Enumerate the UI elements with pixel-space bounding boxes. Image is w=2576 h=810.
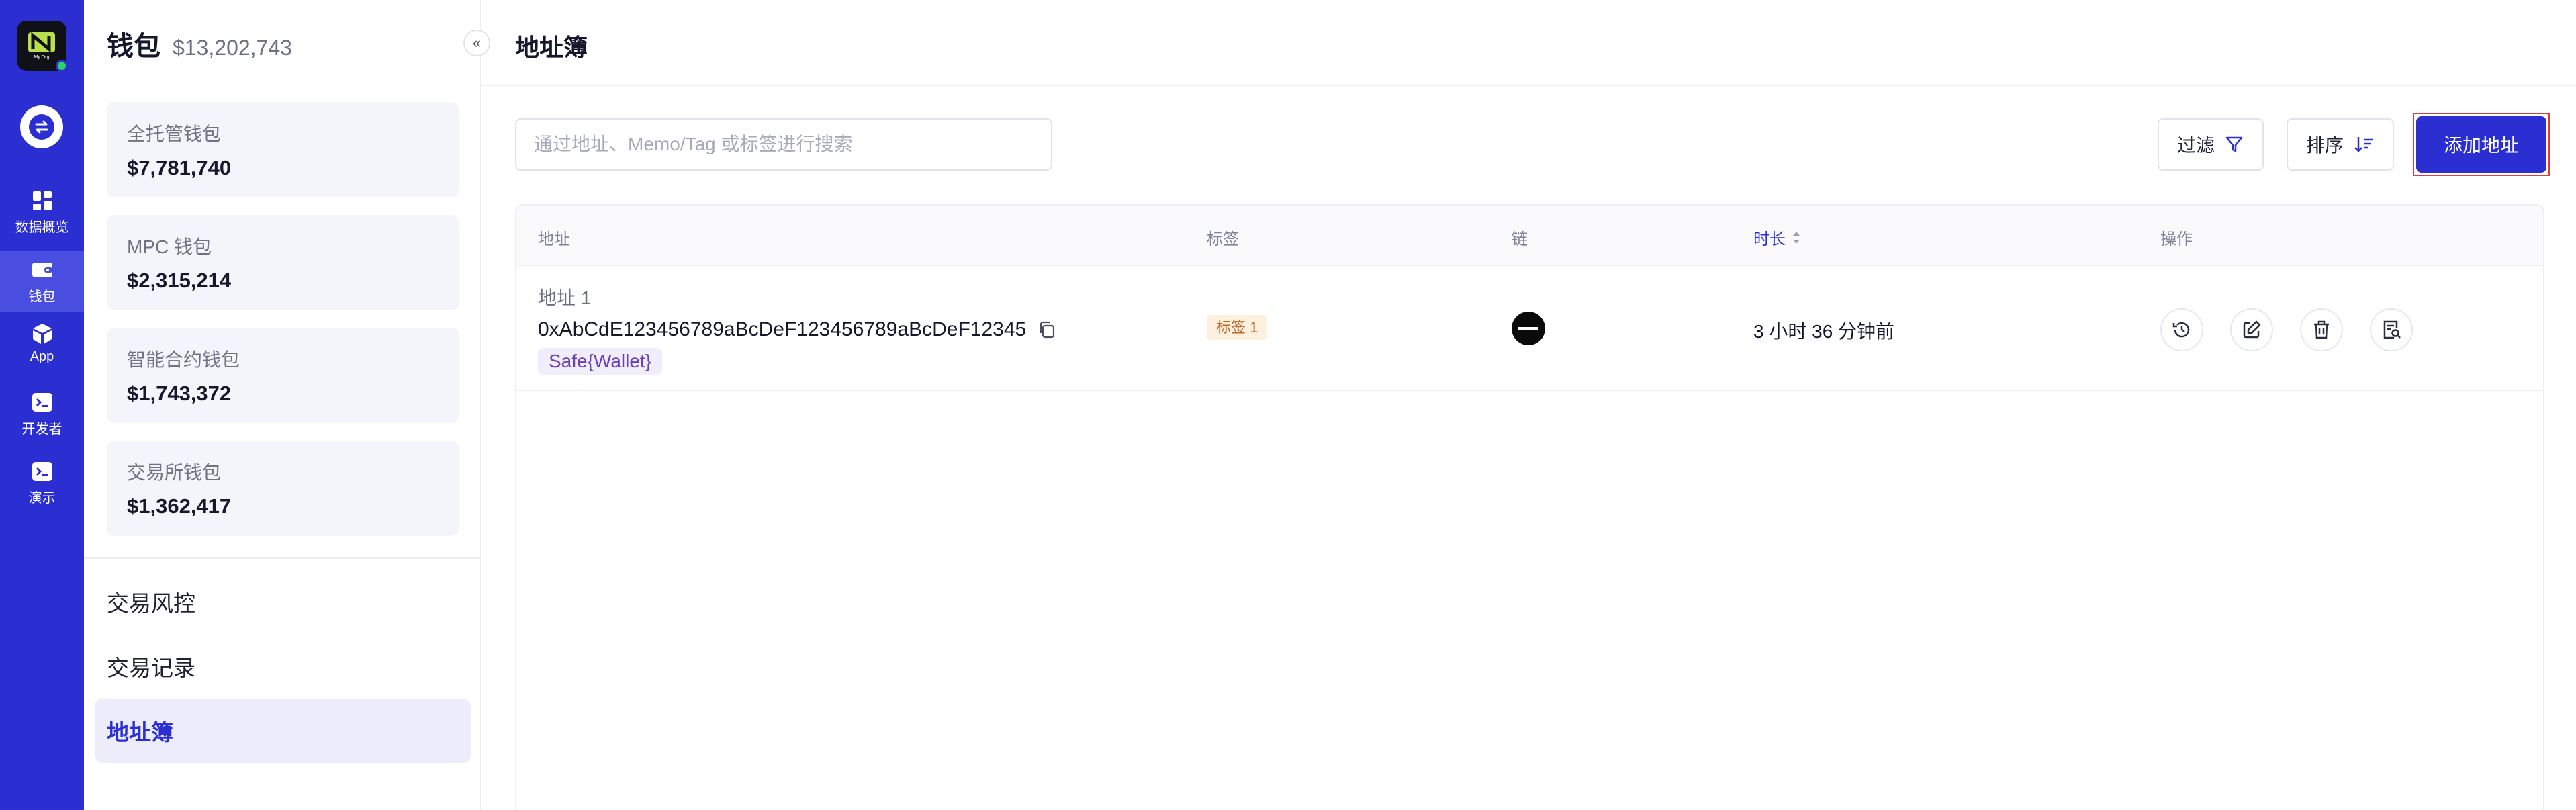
total-balance: $13,202,743 — [173, 36, 292, 60]
add-address-highlight: 添加地址 — [2413, 113, 2550, 176]
wallet-card-custodial[interactable]: 全托管钱包 $7,781,740 — [107, 102, 459, 197]
wallet-card-smart-contract[interactable]: 智能合约钱包 $1,743,372 — [107, 328, 459, 423]
main-content: 地址簿 过滤 排序 添加地址 地址 标签 链 时长 操作 — [481, 0, 2576, 810]
copy-icon[interactable] — [1037, 320, 1057, 340]
menu-item-risk-control[interactable]: 交易风控 — [95, 570, 471, 634]
nav-rail: My Org 数据概览 钱包 App 开发者 演示 — [0, 0, 84, 810]
label-cell: 标签 1 — [1207, 315, 1268, 340]
table-header: 地址 标签 链 时长 操作 — [516, 206, 2543, 266]
filter-label: 过滤 — [2176, 135, 2215, 156]
panel-header: 钱包 $13,202,743 — [107, 24, 292, 63]
nav-item-wallet[interactable]: 钱包 — [0, 251, 84, 312]
org-logo[interactable]: My Org — [17, 21, 68, 72]
wallet-amount: $2,315,214 — [127, 269, 232, 292]
terminal-icon — [31, 460, 54, 483]
menu-item-transactions[interactable]: 交易记录 — [95, 634, 471, 699]
sort-arrows-icon — [1793, 231, 1800, 244]
search-doc-icon — [2383, 320, 2401, 339]
swap-icon[interactable] — [20, 105, 63, 148]
nav-item-overview[interactable]: 数据概览 — [0, 181, 84, 243]
label-tag: 标签 1 — [1207, 315, 1268, 340]
app-cube-icon — [31, 322, 54, 345]
online-status-dot — [56, 60, 68, 72]
column-address: 地址 — [538, 230, 570, 249]
nav-item-developer[interactable]: 开发者 — [0, 383, 84, 445]
page-title: 地址簿 — [515, 34, 588, 61]
filter-button[interactable]: 过滤 — [2158, 118, 2264, 171]
add-address-button[interactable]: 添加地址 — [2416, 116, 2546, 173]
history-icon — [2172, 322, 2190, 338]
table-row[interactable]: 地址 1 0xAbCdE123456789aBcDeF123456789aBcD… — [516, 266, 2543, 391]
wallet-name: 全托管钱包 — [127, 124, 222, 144]
column-label: 标签 — [1207, 230, 1239, 249]
history-button[interactable] — [2160, 308, 2203, 351]
column-duration[interactable]: 时长 — [1753, 226, 1802, 249]
inspect-button[interactable] — [2370, 308, 2413, 351]
dashboard-icon — [31, 189, 54, 212]
wallet-icon — [31, 259, 54, 281]
wallet-amount: $1,743,372 — [127, 381, 232, 405]
address-table: 地址 标签 链 时长 操作 地址 1 0xAbCdE123456789aBcDe… — [515, 204, 2544, 810]
sort-button[interactable]: 排序 — [2287, 118, 2394, 171]
double-chevron-left-icon: « — [472, 34, 481, 51]
terminal-icon — [31, 391, 54, 414]
wallet-card-exchange[interactable]: 交易所钱包 $1,362,417 — [107, 441, 459, 536]
wallet-amount: $7,781,740 — [127, 156, 232, 179]
wallet-amount: $1,362,417 — [127, 494, 232, 518]
edit-icon — [2243, 320, 2261, 339]
column-chain: 链 — [1512, 230, 1528, 249]
column-actions: 操作 — [2160, 230, 2193, 249]
sort-icon — [2354, 137, 2373, 152]
address-cell: 地址 1 0xAbCdE123456789aBcDeF123456789aBcD… — [538, 283, 1057, 375]
address-value-line: 0xAbCdE123456789aBcDeF123456789aBcDeF123… — [538, 318, 1057, 341]
edit-button[interactable] — [2230, 308, 2273, 351]
search-input[interactable] — [515, 118, 1052, 171]
delete-button[interactable] — [2300, 308, 2343, 351]
nav-label: 开发者 — [21, 421, 62, 437]
wallet-name: MPC 钱包 — [127, 236, 212, 257]
duration-value: 3 小时 36 分钟前 — [1753, 321, 1895, 342]
address-name: 地址 1 — [538, 287, 592, 308]
chain-circle-icon — [1512, 312, 1545, 345]
panel-title: 钱包 — [107, 32, 160, 61]
header-divider — [481, 85, 2576, 86]
wallet-panel: 钱包 $13,202,743 « 全托管钱包 $7,781,740 MPC 钱包… — [84, 0, 490, 810]
column-duration-label: 时长 — [1753, 230, 1786, 249]
panel-divider — [84, 557, 480, 559]
nav-label: 钱包 — [28, 289, 56, 304]
trash-icon — [2314, 320, 2329, 339]
nav-item-demo[interactable]: 演示 — [0, 452, 84, 514]
nav-label: 数据概览 — [15, 220, 69, 235]
wallet-type-tag: Safe{Wallet} — [538, 348, 663, 375]
wallet-name: 交易所钱包 — [127, 462, 222, 483]
sort-label: 排序 — [2305, 135, 2344, 156]
logo-mark-icon: My Org — [28, 32, 55, 60]
filter-funnel-icon — [2225, 136, 2243, 152]
address-value: 0xAbCdE123456789aBcDeF123456789aBcDeF123… — [538, 318, 1027, 341]
nav-label: App — [30, 349, 54, 364]
logo-text: My Org — [34, 55, 50, 60]
wallet-name: 智能合约钱包 — [127, 349, 240, 370]
wallet-card-mpc[interactable]: MPC 钱包 $2,315,214 — [107, 215, 459, 310]
menu-item-address-book[interactable]: 地址簿 — [95, 699, 471, 763]
nav-label: 演示 — [28, 490, 56, 506]
nav-item-app[interactable]: App — [0, 312, 84, 374]
